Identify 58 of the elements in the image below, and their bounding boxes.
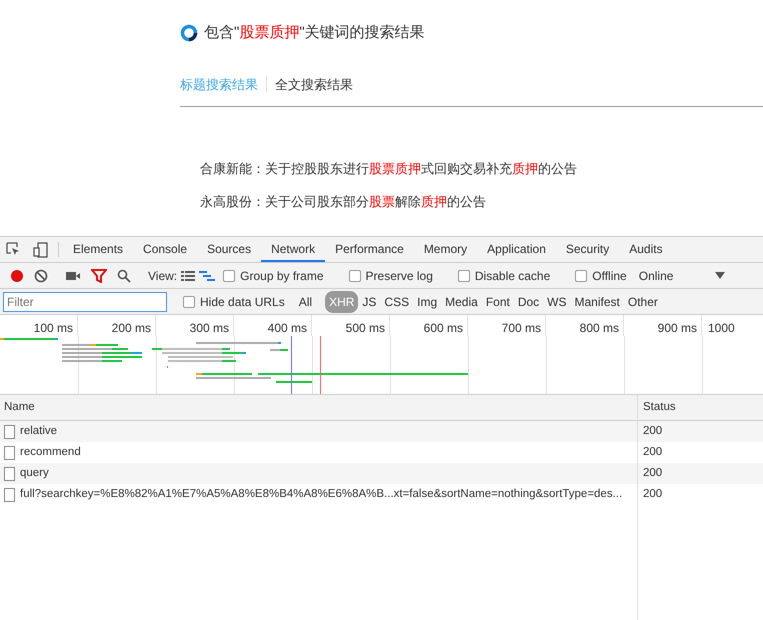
inspect-icon[interactable]	[6, 242, 21, 257]
document-icon	[4, 446, 15, 460]
record-icon[interactable]	[10, 268, 24, 282]
devtools-tab[interactable]: Audits	[619, 237, 673, 262]
page-heading: 包含"股票质押"关键词的搜索结果	[204, 23, 425, 43]
option-checkbox[interactable]: Disable cache	[454, 266, 554, 284]
type-filter[interactable]: All	[294, 290, 316, 312]
type-filter[interactable]: CSS	[380, 290, 414, 312]
option-checkbox[interactable]: Group by frame	[219, 266, 328, 284]
camera-icon[interactable]	[65, 270, 81, 282]
type-filter[interactable]: Other	[624, 290, 662, 312]
document-icon	[4, 466, 15, 480]
status-cell-text: 200	[642, 486, 662, 502]
document-icon	[4, 424, 15, 438]
devtools-tab[interactable]: Sources	[197, 237, 262, 262]
devtools-tab[interactable]: Network	[261, 237, 326, 262]
column-header[interactable]: Status	[637, 398, 676, 416]
option-checkbox[interactable]: Offline	[571, 266, 631, 284]
filter-icon[interactable]	[91, 268, 107, 282]
search-icon[interactable]	[117, 268, 131, 282]
request-name[interactable]: full?searchkey=%E8%82%A1%E7%A5%A8%E8%B4%A8%E6%8A%B...xt=false&sortName=nothing&sortType=des...	[20, 486, 622, 504]
type-filter[interactable]: Img	[413, 290, 442, 312]
result-tab[interactable]: 全文搜索结果	[275, 74, 361, 94]
ring-logo-icon	[180, 24, 198, 42]
devtools-tab[interactable]: Console	[133, 237, 198, 262]
devtools-tab[interactable]: Elements	[63, 237, 134, 262]
status-cell-text: 200	[642, 424, 662, 439]
type-filter[interactable]: Media	[441, 290, 482, 312]
throttle-select[interactable]: Online	[638, 266, 674, 284]
waterfall-view-icon[interactable]	[199, 270, 216, 282]
option-checkbox[interactable]: Preserve log	[344, 266, 437, 284]
view-label: View:	[148, 268, 178, 284]
status-cell-text: 200	[642, 444, 662, 460]
result-link[interactable]: 永高股份：关于公司股东部分股票解除质押的公告	[200, 192, 763, 211]
request-name[interactable]: query	[20, 464, 49, 482]
type-filter[interactable]: Manifest	[570, 290, 624, 312]
devtools-tab[interactable]: Performance	[325, 237, 414, 262]
devtools-tab[interactable]: Application	[477, 237, 556, 262]
devtools-tab[interactable]: Memory	[414, 237, 478, 262]
list-view-icon[interactable]	[181, 270, 196, 282]
device-icon[interactable]	[33, 242, 48, 258]
status-cell-text: 200	[642, 466, 662, 481]
option-checkbox[interactable]: Hide data URLs	[179, 292, 289, 310]
devtools-tab[interactable]: Security	[556, 237, 620, 262]
time-tick: 1000	[707, 320, 736, 336]
type-filter[interactable]: Doc	[514, 290, 544, 312]
type-filter[interactable]: JS	[358, 290, 380, 312]
result-link[interactable]: 合康新能：关于控股股东进行股票质押式回购交易补充质押的公告	[200, 159, 763, 178]
type-filter[interactable]: WS	[543, 290, 571, 312]
filter-field[interactable]: Filter	[3, 292, 167, 312]
document-icon	[4, 488, 15, 502]
column-header[interactable]: Name	[0, 398, 637, 416]
clear-icon[interactable]	[34, 268, 48, 282]
type-filter[interactable]: Font	[482, 290, 514, 312]
caret-icon[interactable]	[715, 272, 726, 280]
request-name[interactable]: recommend	[20, 444, 81, 462]
request-name[interactable]: relative	[20, 422, 58, 440]
time-tick: 100 ms	[0, 315, 78, 336]
